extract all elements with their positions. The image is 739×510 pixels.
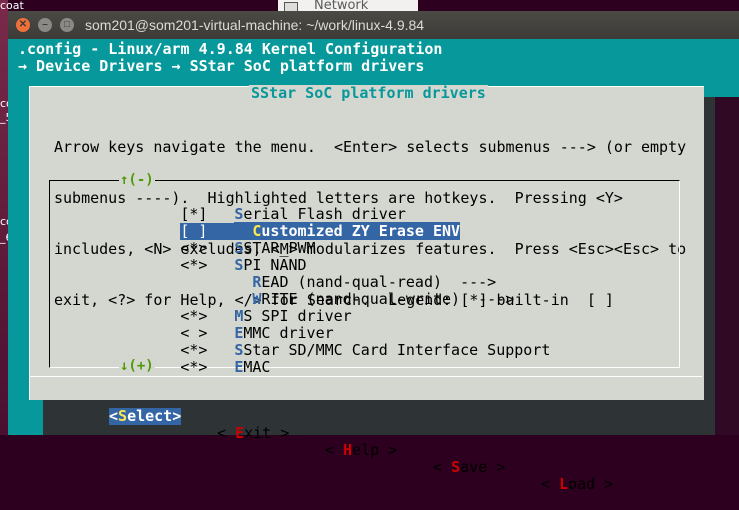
button-bracket: > xyxy=(595,475,614,493)
exit-button[interactable]: < Exit > xyxy=(217,425,289,442)
menu-item-serial-flash[interactable]: [*] Serial Flash driver xyxy=(90,189,406,223)
window-titlebar[interactable]: ✕ – □ som201@som201-virtual-machine: ~/w… xyxy=(8,11,739,39)
help-line: Arrow keys navigate the menu. <Enter> se… xyxy=(54,138,687,156)
close-icon[interactable]: ✕ xyxy=(16,18,30,32)
button-bracket: > xyxy=(487,458,506,476)
save-button[interactable]: < Save > xyxy=(433,459,505,476)
button-text: elect xyxy=(127,407,173,425)
menu-item-read-mode[interactable]: READ (nand-qual-read) ---> xyxy=(90,257,496,291)
button-bracket: < xyxy=(325,441,344,459)
config-header: .config - Linux/arm 4.9.84 Kernel Config… xyxy=(18,40,443,58)
option-state: <*> xyxy=(180,358,208,376)
button-text: xit xyxy=(244,424,272,442)
button-bracket: > xyxy=(379,441,398,459)
hotkey-letter: S xyxy=(118,407,128,425)
screen-edge xyxy=(715,97,739,435)
button-text: ave xyxy=(460,458,488,476)
hotkey-letter: E xyxy=(235,424,245,442)
terminal-window: ✕ – □ som201@som201-virtual-machine: ~/w… xyxy=(8,11,739,493)
button-bracket: > xyxy=(271,424,290,442)
item-label: EMAC xyxy=(234,358,270,376)
button-text: elp xyxy=(352,441,380,459)
button-bracket: < xyxy=(433,458,452,476)
select-button[interactable]: <Select> xyxy=(109,407,182,425)
breadcrumb: → Device Drivers → SStar SoC platform dr… xyxy=(18,57,425,75)
menu-item-sstar-sd-mmc[interactable]: <*> SStar SD/MMC Card Interface Support xyxy=(90,325,550,359)
item-label: SStar SD/MMC Card Interface Support xyxy=(234,341,550,359)
dialog-title: SStar SoC platform drivers xyxy=(249,84,488,102)
button-text: oad xyxy=(568,475,596,493)
scroll-up-icon[interactable]: ↑(-) xyxy=(119,172,155,188)
button-bracket: < xyxy=(217,424,236,442)
menu-item-ms-spi-driver[interactable]: <*> MS SPI driver xyxy=(90,291,351,325)
menu-item-emmc-driver[interactable]: < > EMMC driver xyxy=(90,308,333,342)
window-title: som201@som201-virtual-machine: ~/work/li… xyxy=(85,17,425,33)
dialog-shadow-right xyxy=(703,97,715,435)
hotkey-letter: S xyxy=(451,458,461,476)
menuconfig-dialog: SStar SoC platform drivers Arrow keys na… xyxy=(29,84,704,493)
item-text: MAC xyxy=(243,358,271,376)
hotkey-letter: E xyxy=(234,358,244,376)
button-bracket: < xyxy=(109,407,119,425)
hotkey-letter: L xyxy=(559,475,569,493)
menu-item-emac[interactable]: <*> EMAC xyxy=(90,342,270,376)
minimize-icon[interactable]: – xyxy=(38,18,52,32)
button-divider xyxy=(30,376,702,377)
button-bracket: < xyxy=(541,475,560,493)
help-button[interactable]: < Help > xyxy=(325,442,397,459)
item-text: Star SD/MMC Card Interface Support xyxy=(243,341,551,359)
load-button[interactable]: < Load > xyxy=(541,476,613,493)
menu-item-customized-zy-erase-env[interactable]: [ ] Customized ZY Erase ENV xyxy=(90,206,461,240)
menu-item-sstar-pwm[interactable]: <*> SSTAR_PWM xyxy=(90,223,315,257)
button-row: <Select> < Exit > < Help > < Save > < Lo… xyxy=(30,391,702,493)
menu-list: ↑(-) [*] Serial Flash driver [ ] Customiz… xyxy=(49,172,680,376)
terminal-screen: .config - Linux/arm 4.9.84 Kernel Config… xyxy=(8,39,739,493)
hotkey-letter: H xyxy=(343,441,353,459)
scroll-down-icon[interactable]: ↓(+) xyxy=(119,358,155,374)
button-bracket: > xyxy=(172,407,182,425)
menu-item-spi-nand[interactable]: <*> SPI NAND xyxy=(90,240,306,274)
maximize-icon[interactable]: □ xyxy=(60,18,74,32)
menu-item-write-mode[interactable]: WRITE (nand-qual-write) ---> xyxy=(90,274,514,308)
